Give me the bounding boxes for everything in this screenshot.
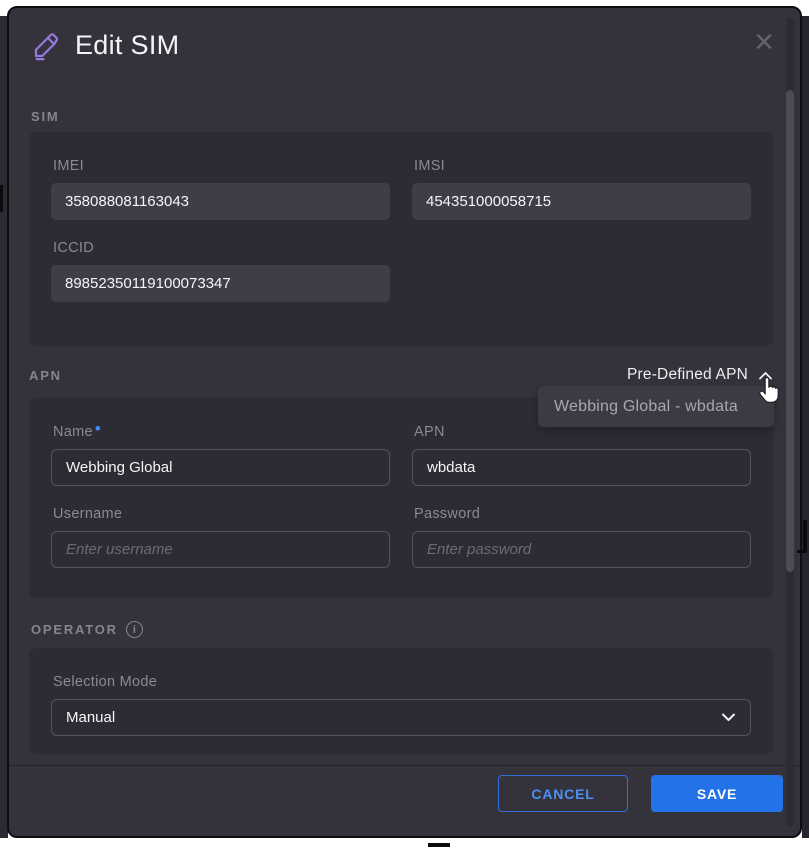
password-field[interactable] (412, 531, 751, 568)
sim-section-label: SIM (31, 109, 60, 124)
cancel-button[interactable]: CANCEL (498, 775, 628, 812)
save-button[interactable]: SAVE (651, 775, 783, 812)
edge-artifact-right-tick (797, 550, 807, 553)
page-overlay-right (802, 16, 809, 838)
username-field[interactable] (51, 531, 390, 568)
sim-section-header: SIM (31, 109, 60, 124)
selection-mode-select[interactable]: Manual (51, 699, 751, 736)
apn-field[interactable] (412, 449, 751, 486)
operator-panel: Selection Mode Manual (29, 648, 773, 754)
edge-artifact-right (803, 520, 807, 552)
predefined-apn-dropdown-toggle[interactable]: Pre-Defined APN (627, 366, 773, 384)
apn-section-label: APN (29, 368, 62, 383)
operator-section-label: OPERATOR (31, 622, 118, 637)
imsi-label: IMSI (414, 158, 751, 174)
page-title: Edit SIM (75, 30, 179, 61)
imei-field[interactable] (51, 183, 390, 220)
imsi-field[interactable] (412, 183, 751, 220)
scrollbar-thumb[interactable] (786, 90, 794, 572)
apn-section-header-row: APN Pre-Defined APN (29, 366, 773, 384)
chevron-up-icon (758, 370, 773, 381)
info-icon[interactable]: i (126, 621, 143, 638)
close-icon[interactable]: × (746, 24, 782, 60)
iccid-field[interactable] (51, 265, 390, 302)
password-label: Password (414, 506, 751, 522)
sim-panel: IMEI IMSI ICCID (29, 132, 773, 346)
imei-label: IMEI (53, 158, 390, 174)
chevron-down-icon (721, 712, 736, 723)
username-label: Username (53, 506, 390, 522)
pencil-icon (31, 31, 61, 61)
name-field[interactable] (51, 449, 390, 486)
selection-mode-value: Manual (66, 709, 115, 726)
required-marker: • (95, 419, 101, 438)
name-label-text: Name (53, 424, 93, 440)
predefined-apn-option[interactable]: Webbing Global - wbdata (554, 398, 738, 416)
predefined-apn-menu: Webbing Global - wbdata (538, 386, 774, 427)
apn-panel: Name• APN Username Password (29, 398, 773, 598)
operator-section-header: OPERATOR i (31, 621, 143, 638)
name-label: Name• (53, 424, 390, 440)
predefined-apn-label: Pre-Defined APN (627, 366, 748, 384)
footer-divider (9, 765, 800, 766)
edge-artifact-left (0, 185, 3, 212)
selection-mode-label: Selection Mode (53, 674, 751, 690)
edge-artifact-bottom (428, 843, 450, 847)
iccid-label: ICCID (53, 240, 390, 256)
edit-sim-dialog: Edit SIM × SIM IMEI IMSI ICCID APN (7, 6, 802, 838)
dialog-header: Edit SIM (31, 30, 179, 61)
